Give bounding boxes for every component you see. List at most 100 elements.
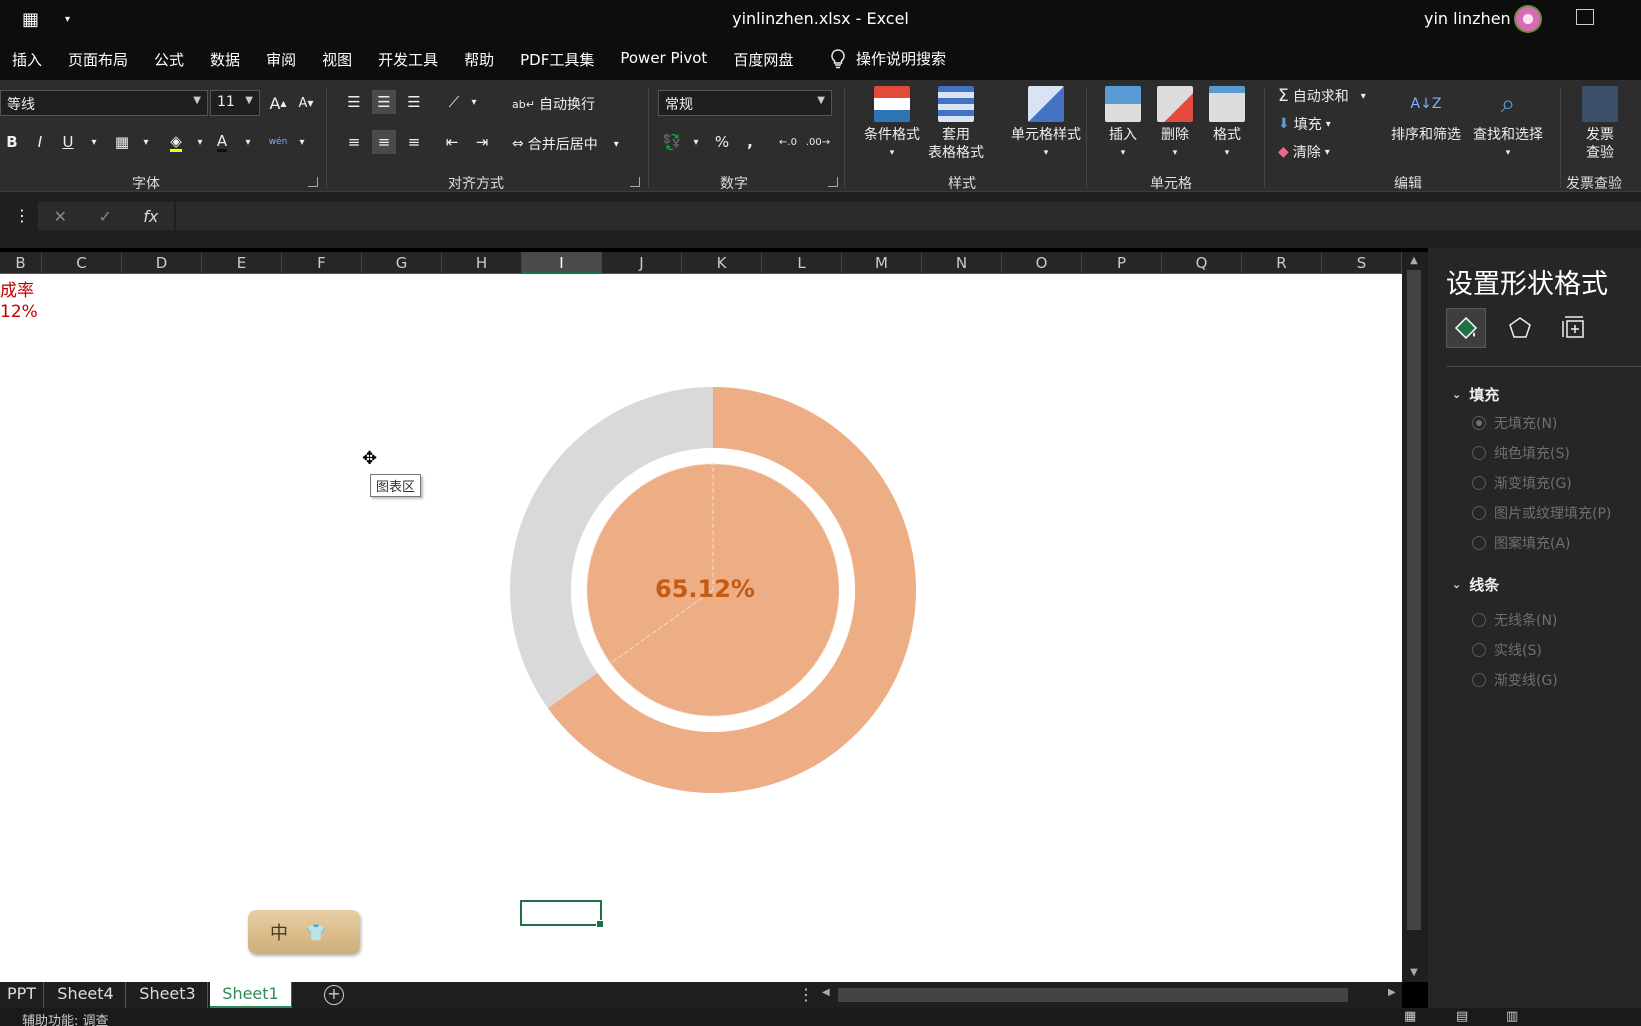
ribbon-display-icon[interactable] (1576, 9, 1594, 25)
scroll-down-icon[interactable]: ▼ (1407, 966, 1421, 980)
more-options-icon[interactable]: ⋮ (14, 206, 30, 225)
cancel-icon[interactable]: ✕ (54, 207, 67, 226)
sheet-tab-sheet4[interactable]: Sheet4 (46, 982, 126, 1008)
tab-data[interactable]: 数据 (210, 49, 240, 70)
tab-power-pivot[interactable]: Power Pivot (620, 49, 707, 70)
align-top-icon[interactable]: ☰ (342, 90, 366, 114)
italic-button[interactable]: I (28, 130, 52, 154)
chevron-down-icon[interactable]: ▾ (462, 90, 486, 114)
currency-icon[interactable]: 💱 (660, 130, 684, 154)
scroll-up-icon[interactable]: ▲ (1407, 254, 1421, 268)
column-header-e[interactable]: E (202, 252, 282, 274)
column-header-i[interactable]: I (522, 252, 602, 274)
scroll-thumb[interactable] (1407, 270, 1421, 930)
no-line-option[interactable]: 无线条(N) (1472, 610, 1557, 630)
insert-cells-button[interactable]: 插入 ▾ (1098, 86, 1148, 162)
solid-fill-option[interactable]: 纯色填充(S) (1472, 443, 1570, 463)
chevron-down-icon[interactable]: ▾ (188, 130, 212, 154)
number-format-dropdown[interactable]: 常规 ▼ (658, 90, 832, 116)
chevron-down-icon[interactable]: ▾ (82, 130, 106, 154)
chevron-down-icon[interactable]: ▾ (134, 130, 158, 154)
column-header-h[interactable]: H (442, 252, 522, 274)
page-layout-view-icon[interactable]: ▤ (1456, 1009, 1468, 1024)
delete-cells-button[interactable]: 删除 ▾ (1150, 86, 1200, 162)
decrease-decimal-icon[interactable]: .00→ (806, 130, 830, 154)
font-color-button[interactable]: A (210, 130, 234, 154)
pattern-fill-option[interactable]: 图案填充(A) (1472, 533, 1571, 553)
font-dialog-launcher[interactable] (308, 177, 318, 187)
column-header-b[interactable]: B (0, 252, 42, 274)
tab-developer[interactable]: 开发工具 (378, 49, 438, 70)
tab-review[interactable]: 审阅 (266, 49, 296, 70)
column-header-g[interactable]: G (362, 252, 442, 274)
formula-input[interactable] (176, 202, 1641, 230)
increase-indent-icon[interactable]: ⇥ (470, 130, 494, 154)
merge-center-button[interactable]: ⇔ 合并后居中 ▾ (512, 134, 619, 154)
column-header-c[interactable]: C (42, 252, 122, 274)
ime-indicator[interactable]: 中 👕 (248, 910, 360, 954)
horizontal-scrollbar[interactable]: ◀ ▶ (820, 986, 1402, 1004)
sort-filter-button[interactable]: A↓Z 排序和筛选 (1388, 86, 1464, 144)
increase-decimal-icon[interactable]: ←.0 (776, 130, 800, 154)
column-header-k[interactable]: K (682, 252, 762, 274)
column-header-s[interactable]: S (1322, 252, 1402, 274)
tab-split-handle[interactable]: ⋮ (798, 985, 814, 1004)
align-right-icon[interactable]: ≡ (402, 130, 426, 154)
tell-me-search[interactable]: 操作说明搜索 (830, 48, 946, 69)
sheet-tab-ppt[interactable]: PPT (0, 982, 44, 1008)
border-icon[interactable]: ▦ (110, 130, 134, 154)
font-name-dropdown[interactable]: 等线 ▼ (0, 90, 208, 116)
format-as-table-button[interactable]: 套用 表格格式 (918, 86, 994, 162)
gradient-line-option[interactable]: 渐变线(G) (1472, 670, 1558, 690)
alignment-dialog-launcher[interactable] (630, 177, 640, 187)
column-header-p[interactable]: P (1082, 252, 1162, 274)
solid-line-option[interactable]: 实线(S) (1472, 640, 1542, 660)
column-header-l[interactable]: L (762, 252, 842, 274)
sheet-tab-sheet3[interactable]: Sheet3 (128, 982, 208, 1008)
cell-styles-button[interactable]: 单元格样式 ▾ (996, 86, 1096, 162)
enter-icon[interactable]: ✓ (98, 207, 111, 226)
tab-pdf-tools[interactable]: PDF工具集 (520, 49, 594, 70)
sheet-tab-sheet1[interactable]: Sheet1 (210, 982, 292, 1008)
horizontal-scroll-thumb[interactable] (838, 988, 1348, 1002)
no-fill-option[interactable]: 无填充(N) (1472, 413, 1557, 433)
line-section-header[interactable]: ⌄ 线条 (1452, 574, 1499, 595)
worksheet-grid[interactable]: 成率 12% 65.12% ✥ 图表区 中 👕 (0, 274, 1402, 982)
tab-view[interactable]: 视图 (322, 49, 352, 70)
wrap-text-button[interactable]: ab↵ 自动换行 (512, 94, 595, 114)
chevron-down-icon[interactable]: ▾ (290, 130, 314, 154)
tab-help[interactable]: 帮助 (464, 49, 494, 70)
avatar[interactable] (1514, 5, 1542, 33)
picture-fill-option[interactable]: 图片或纹理填充(P) (1472, 503, 1611, 523)
column-header-r[interactable]: R (1242, 252, 1322, 274)
doughnut-chart[interactable]: 65.12% (0, 274, 1402, 982)
tab-insert[interactable]: 插入 (12, 49, 42, 70)
chevron-down-icon[interactable]: ▾ (684, 130, 708, 154)
align-bottom-icon[interactable]: ☰ (402, 90, 426, 114)
autosum-button[interactable]: Σ 自动求和 ▾ (1278, 86, 1366, 106)
user-name[interactable]: yin linzhen (1424, 9, 1511, 28)
shrink-font-button[interactable]: A ▼ (294, 91, 318, 115)
find-select-button[interactable]: ⌕ 查找和选择 ▾ (1468, 86, 1548, 162)
insert-function-button[interactable]: fx (143, 207, 158, 226)
invoice-check-button[interactable]: 发票 查验 (1570, 86, 1630, 162)
column-header-q[interactable]: Q (1162, 252, 1242, 274)
tab-page-layout[interactable]: 页面布局 (68, 49, 128, 70)
align-center-icon[interactable]: ≡ (372, 130, 396, 154)
page-break-view-icon[interactable]: ▥ (1506, 1009, 1518, 1024)
clear-button[interactable]: ◆ 清除 ▾ (1278, 142, 1330, 162)
grow-font-button[interactable]: A ▲ (266, 91, 290, 115)
vertical-scrollbar[interactable]: ▲ ▼ (1402, 252, 1428, 982)
add-sheet-icon[interactable]: + (324, 985, 344, 1005)
format-cells-button[interactable]: 格式 ▾ (1202, 86, 1252, 162)
selected-cell[interactable] (520, 900, 604, 928)
effects-tab[interactable] (1500, 308, 1540, 348)
align-left-icon[interactable]: ≡ (342, 130, 366, 154)
scroll-right-icon[interactable]: ▶ (1388, 987, 1396, 998)
column-header-o[interactable]: O (1002, 252, 1082, 274)
tab-baidu-netdisk[interactable]: 百度网盘 (733, 49, 793, 70)
fill-color-icon[interactable]: ◈ (164, 130, 188, 154)
column-header-f[interactable]: F (282, 252, 362, 274)
size-properties-tab[interactable] (1554, 308, 1594, 348)
accessibility-status[interactable]: 辅助功能: 调查 (22, 1010, 109, 1026)
